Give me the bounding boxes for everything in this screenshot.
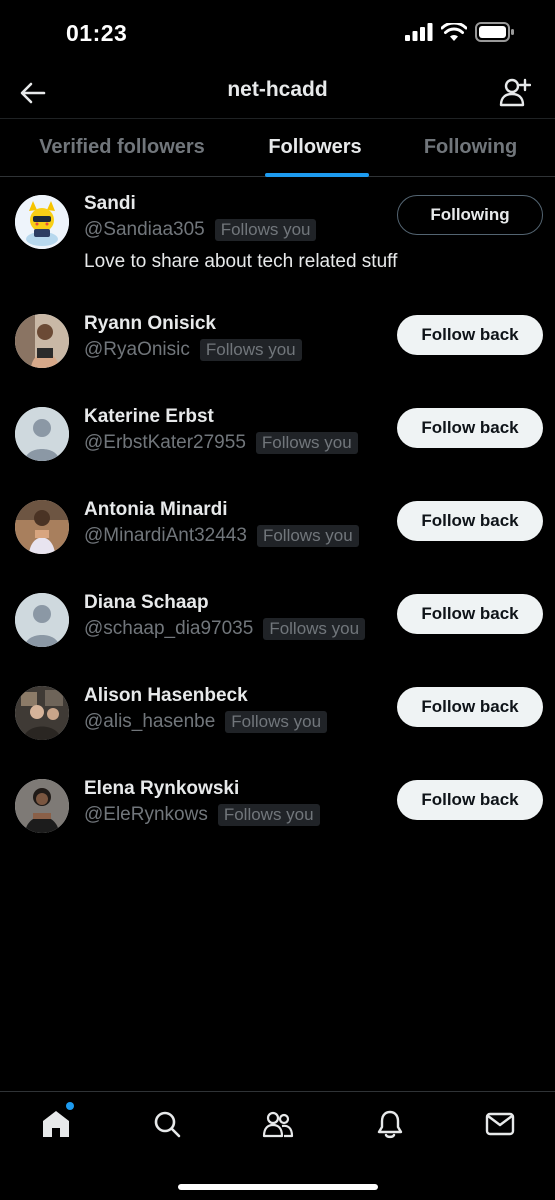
follows-you-badge: Follows you xyxy=(255,432,358,454)
user-handle[interactable]: @RyaOnisic xyxy=(84,339,190,361)
user-handle[interactable]: @ErbstKater27955 xyxy=(84,432,246,454)
nav-search[interactable] xyxy=(147,1104,187,1144)
avatar-image xyxy=(15,195,69,249)
user-row[interactable]: Alison Hasenbeck @alis_hasenbe Follows y… xyxy=(0,668,555,761)
user-name[interactable]: Elena Rynkowski xyxy=(84,778,239,800)
follows-you-badge: Follows you xyxy=(214,219,317,241)
follow-back-button[interactable]: Follow back xyxy=(397,780,543,820)
user-name[interactable]: Diana Schaap xyxy=(84,592,209,614)
wifi-icon xyxy=(441,22,467,41)
tab-followers[interactable]: Followers xyxy=(244,119,386,176)
default-avatar-icon xyxy=(15,593,69,647)
bell-icon xyxy=(377,1110,403,1139)
follows-you-badge: Follows you xyxy=(199,339,302,361)
mail-icon xyxy=(485,1112,515,1136)
tab-following[interactable]: Following xyxy=(386,119,555,176)
tab-bar: Verified followers Followers Following xyxy=(0,118,555,177)
user-bio: Love to share about tech related stuff xyxy=(84,251,398,272)
avatar[interactable] xyxy=(15,407,69,461)
user-name[interactable]: Sandi xyxy=(84,193,136,215)
follow-back-button[interactable]: Follow back xyxy=(397,501,543,541)
user-name[interactable]: Antonia Minardi xyxy=(84,499,228,521)
page-title: net-hcadd xyxy=(227,78,328,101)
avatar[interactable] xyxy=(15,593,69,647)
status-time: 01:23 xyxy=(66,20,128,46)
handle-line: @RyaOnisic Follows you xyxy=(84,339,302,361)
user-row[interactable]: Katerine Erbst @ErbstKater27955 Follows … xyxy=(0,389,555,482)
battery-icon xyxy=(475,22,514,42)
tab-verified-followers[interactable]: Verified followers xyxy=(0,119,244,176)
handle-line: @Sandiaa305 Follows you xyxy=(84,219,317,241)
avatar-image xyxy=(15,779,69,833)
user-name[interactable]: Alison Hasenbeck xyxy=(84,685,248,707)
bottom-nav xyxy=(0,1091,555,1200)
header: net-hcadd xyxy=(0,66,555,118)
follow-back-button[interactable]: Follow back xyxy=(397,408,543,448)
search-icon xyxy=(154,1111,181,1138)
follows-you-badge: Follows you xyxy=(263,618,366,640)
handle-line: @schaap_dia97035 Follows you xyxy=(84,618,366,640)
add-user-icon xyxy=(499,78,531,107)
user-row[interactable]: Diana Schaap @schaap_dia97035 Follows yo… xyxy=(0,575,555,668)
follow-back-button[interactable]: Follow back xyxy=(397,594,543,634)
user-row[interactable]: Ryann Onisick @RyaOnisic Follows you Fol… xyxy=(0,296,555,389)
notification-dot xyxy=(66,1102,74,1110)
cellular-signal-icon xyxy=(405,23,433,41)
user-handle[interactable]: @Sandiaa305 xyxy=(84,219,205,241)
default-avatar-icon xyxy=(15,407,69,461)
communities-icon xyxy=(262,1111,294,1138)
follows-you-badge: Follows you xyxy=(256,525,359,547)
avatar[interactable] xyxy=(15,500,69,554)
handle-line: @ErbstKater27955 Follows you xyxy=(84,432,358,454)
avatar-image xyxy=(15,686,69,740)
nav-communities[interactable] xyxy=(258,1104,298,1144)
user-handle[interactable]: @alis_hasenbe xyxy=(84,711,215,733)
nav-messages[interactable] xyxy=(480,1104,520,1144)
user-name[interactable]: Ryann Onisick xyxy=(84,313,216,335)
home-indicator xyxy=(178,1184,378,1190)
handle-line: @alis_hasenbe Follows you xyxy=(84,711,328,733)
avatar[interactable] xyxy=(15,195,69,249)
nav-notifications[interactable] xyxy=(370,1104,410,1144)
avatar-image xyxy=(15,314,69,368)
status-icons xyxy=(405,22,515,42)
avatar-image xyxy=(15,500,69,554)
user-row[interactable]: Sandi @Sandiaa305 Follows you Love to sh… xyxy=(0,176,555,296)
follows-you-badge: Follows you xyxy=(217,804,320,826)
follows-you-badge: Follows you xyxy=(225,711,328,733)
home-icon xyxy=(43,1111,69,1137)
handle-line: @EleRynkows Follows you xyxy=(84,804,320,826)
status-bar: 01:23 xyxy=(0,0,555,66)
avatar[interactable] xyxy=(15,314,69,368)
user-handle[interactable]: @schaap_dia97035 xyxy=(84,618,253,640)
user-row[interactable]: Elena Rynkowski @EleRynkows Follows you … xyxy=(0,761,555,854)
nav-home[interactable] xyxy=(36,1102,76,1144)
add-user-button[interactable] xyxy=(497,74,533,110)
user-handle[interactable]: @EleRynkows xyxy=(84,804,208,826)
follow-back-button[interactable]: Follow back xyxy=(397,315,543,355)
following-button[interactable]: Following xyxy=(397,195,543,235)
avatar[interactable] xyxy=(15,686,69,740)
handle-line: @MinardiAnt32443 Follows you xyxy=(84,525,359,547)
user-handle[interactable]: @MinardiAnt32443 xyxy=(84,525,247,547)
user-name[interactable]: Katerine Erbst xyxy=(84,406,214,428)
avatar[interactable] xyxy=(15,779,69,833)
user-row[interactable]: Antonia Minardi @MinardiAnt32443 Follows… xyxy=(0,482,555,575)
follow-back-button[interactable]: Follow back xyxy=(397,687,543,727)
